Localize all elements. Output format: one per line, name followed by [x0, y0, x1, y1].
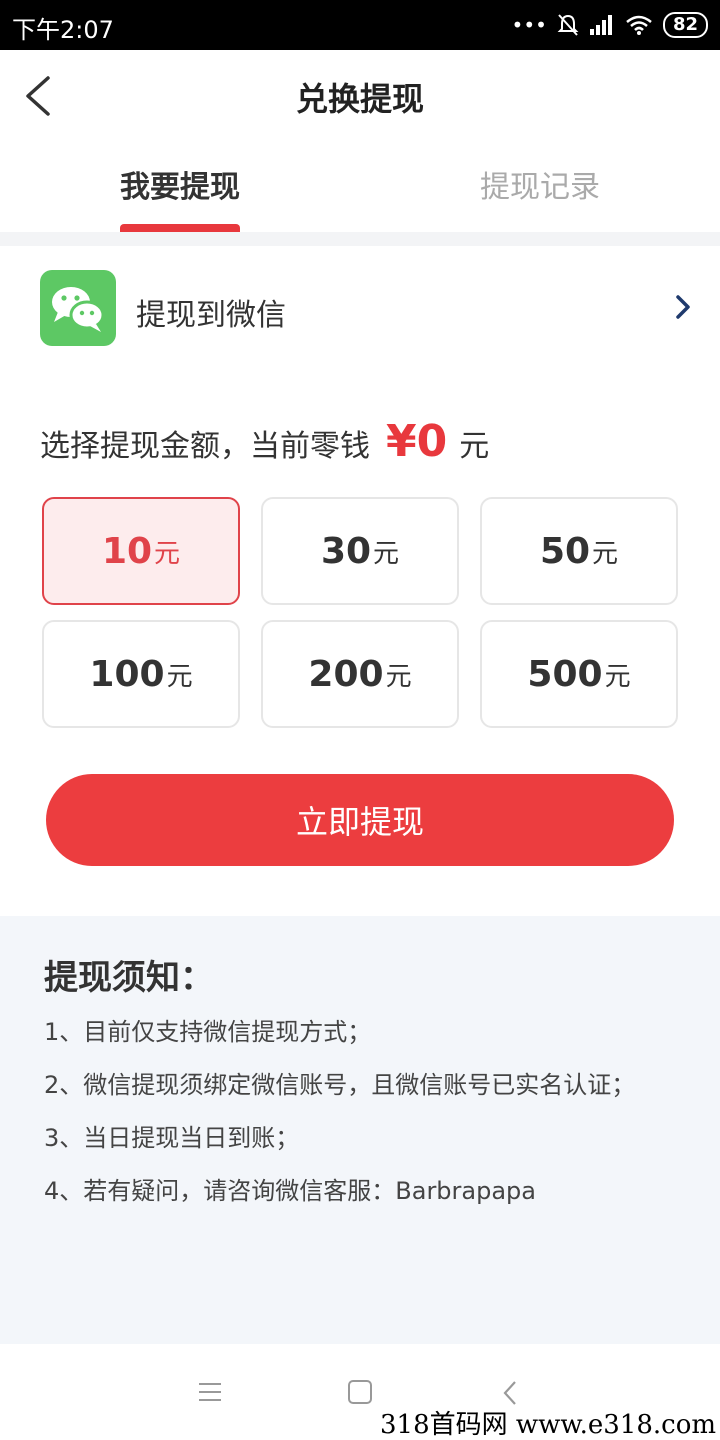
option-unit: 元: [604, 661, 631, 692]
balance-unit: 元: [459, 429, 490, 464]
option-value: 10: [101, 530, 153, 572]
status-bar: 下午2:07 ••• 82: [0, 0, 720, 50]
option-value: 500: [527, 653, 603, 695]
app-header: 兑换提现: [0, 50, 720, 140]
chevron-right-icon: [676, 295, 690, 319]
option-unit: 元: [385, 661, 412, 692]
tab-withdraw-records[interactable]: 提现记录: [360, 162, 720, 206]
status-time: 下午2:07: [12, 16, 114, 44]
menu-icon[interactable]: [197, 1382, 223, 1402]
option-value: 50: [539, 530, 591, 572]
amount-option-200[interactable]: 200 元: [261, 620, 459, 728]
wechat-icon: [40, 270, 116, 346]
notes-title: 提现须知：: [44, 958, 214, 998]
option-unit: 元: [166, 661, 193, 692]
wifi-icon: [626, 15, 652, 35]
battery-indicator: 82: [662, 12, 708, 38]
status-icons: ••• 82: [512, 10, 708, 40]
notes-item: 2、微信提现须绑定微信账号，且微信账号已实名认证；: [44, 1071, 636, 1099]
tab-withdraw[interactable]: 我要提现: [0, 162, 360, 206]
watermark-text: 318首码网 www.e318.com: [380, 1410, 716, 1440]
payout-method-label: 提现到微信: [136, 298, 286, 333]
page-title: 兑换提现: [295, 80, 424, 118]
option-unit: 元: [373, 538, 400, 569]
option-value: 30: [320, 530, 372, 572]
withdraw-notes: 提现须知： 1、目前仅支持微信提现方式； 2、微信提现须绑定微信账号，且微信账号…: [0, 916, 720, 1344]
withdraw-now-button[interactable]: 立即提现: [46, 774, 674, 866]
amount-option-50[interactable]: 50 元: [480, 497, 678, 605]
notes-list: 1、目前仅支持微信提现方式； 2、微信提现须绑定微信账号，且微信账号已实名认证；…: [44, 1006, 664, 1218]
current-balance: ¥0: [386, 416, 448, 467]
payout-method-row[interactable]: 提现到微信: [0, 246, 720, 366]
home-icon[interactable]: [348, 1380, 372, 1404]
balance-line: 选择提现金额，当前零钱 ¥0 元: [40, 416, 489, 476]
option-unit: 元: [592, 538, 619, 569]
amount-option-500[interactable]: 500 元: [480, 620, 678, 728]
amount-option-100[interactable]: 100 元: [42, 620, 240, 728]
bell-muted-icon: [557, 14, 579, 36]
more-dots-icon: •••: [511, 13, 547, 37]
notes-item: 4、若有疑问，请咨询微信客服：Barbrapapa: [44, 1177, 536, 1205]
amount-prompt: 选择提现金额，当前零钱: [40, 429, 370, 464]
amount-option-30[interactable]: 30 元: [261, 497, 459, 605]
option-unit: 元: [154, 538, 181, 569]
active-tab-indicator: [120, 224, 240, 232]
option-value: 200: [308, 653, 384, 695]
notes-item: 3、当日提现当日到账；: [44, 1124, 300, 1152]
option-value: 100: [89, 653, 165, 695]
notes-item: 1、目前仅支持微信提现方式；: [44, 1018, 372, 1046]
tab-bar: 我要提现 提现记录: [0, 140, 720, 232]
section-divider: [0, 232, 720, 246]
back-icon[interactable]: [502, 1380, 518, 1406]
signal-icon: [589, 15, 612, 35]
amount-option-10[interactable]: 10 元: [42, 497, 240, 605]
